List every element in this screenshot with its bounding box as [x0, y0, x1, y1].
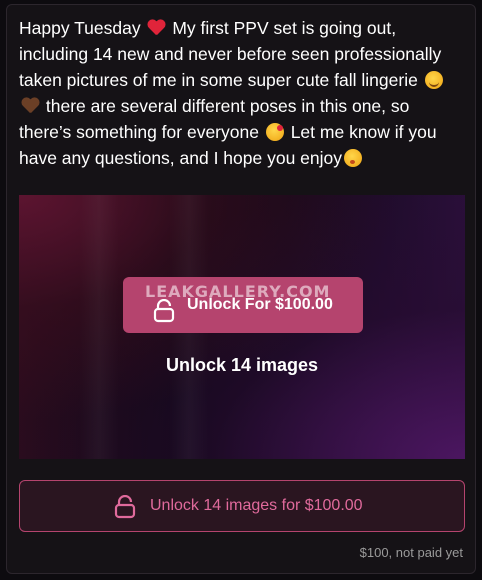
- unlock-images-label: Unlock 14 images for $100.00: [150, 497, 363, 514]
- media-unlock-button[interactable]: LEAKGALLERY.COM Unlock For $100.00: [123, 277, 363, 333]
- media-caption: Unlock 14 images: [165, 355, 319, 375]
- kissing-face-icon: [344, 149, 363, 167]
- red-heart-icon: [147, 19, 165, 37]
- lock-icon: [153, 299, 175, 323]
- media-decor-streak: [79, 195, 119, 459]
- unlock-images-button[interactable]: Unlock 14 images for $100.00: [19, 480, 465, 532]
- brown-heart-icon: [21, 97, 39, 115]
- face-blowing-kiss-icon: [265, 123, 284, 141]
- locked-media-preview[interactable]: LEAKGALLERY.COM Unlock For $100.00 Unloc…: [19, 195, 465, 459]
- media-unlock-label: Unlock For $100.00: [187, 296, 333, 313]
- message-text: Happy Tuesday My first PPV set is going …: [19, 15, 465, 171]
- lock-icon: [114, 495, 136, 519]
- ppv-message-card: Happy Tuesday My first PPV set is going …: [6, 4, 476, 574]
- message-text-part-1: Happy Tuesday: [19, 18, 141, 38]
- payment-status: $100, not paid yet: [359, 545, 463, 560]
- smirking-face-icon: [424, 71, 443, 89]
